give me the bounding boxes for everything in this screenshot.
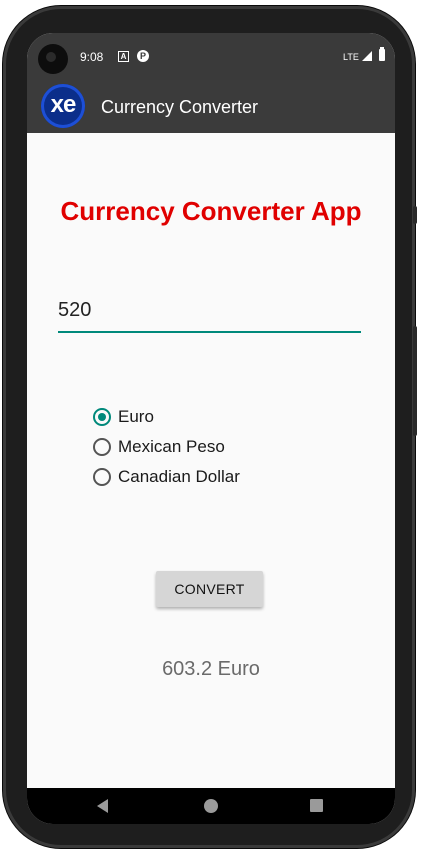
amount-input[interactable] [58,293,361,333]
radio-button-euro[interactable] [93,408,111,426]
recents-icon[interactable] [310,799,323,812]
radio-label-euro: Euro [118,407,154,426]
network-type: LTE [343,52,359,62]
back-icon[interactable] [97,799,108,813]
app-bar: xe Currency Converter [27,80,395,133]
screen: 9:08 A P LTE xe Currency Converter Curre… [27,33,395,824]
radio-button-mexican-peso[interactable] [93,438,111,456]
notification-p-icon: P [137,50,149,62]
radio-option-mexican-peso[interactable]: Mexican Peso [93,432,240,462]
home-icon[interactable] [204,799,218,813]
volume-button [413,326,417,436]
notification-a-icon: A [118,51,129,62]
page-heading: Currency Converter App [60,196,362,226]
device-frame: 9:08 A P LTE xe Currency Converter Curre… [3,6,417,848]
radio-label-canadian-dollar: Canadian Dollar [118,467,240,486]
status-time: 9:08 [80,50,104,64]
conversion-result: 603.2 Euro [162,658,260,680]
signal-icon [362,51,372,61]
radio-button-canadian-dollar[interactable] [93,468,111,486]
radio-label-mexican-peso: Mexican Peso [118,437,225,456]
radio-option-canadian-dollar[interactable]: Canadian Dollar [93,462,240,492]
status-bar: 9:08 A P LTE [27,33,395,80]
front-camera [38,44,68,74]
xe-logo-icon: xe [41,84,85,128]
navigation-bar [27,788,395,824]
app-title: Currency Converter [101,97,259,117]
battery-icon [379,47,385,61]
convert-button[interactable]: CONVERT [156,571,263,607]
radio-option-euro[interactable]: Euro [93,402,240,432]
currency-radio-group: Euro Mexican Peso Canadian Dollar [93,402,240,492]
power-button [413,206,417,224]
